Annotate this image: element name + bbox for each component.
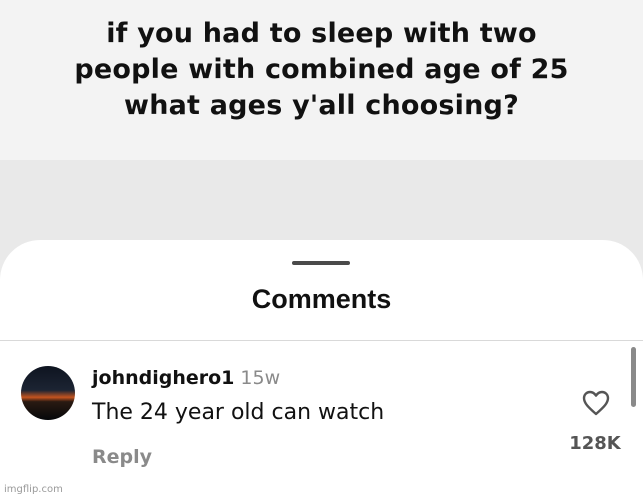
scrollbar[interactable] bbox=[631, 347, 636, 407]
divider bbox=[0, 340, 643, 341]
watermark: imgflip.com bbox=[4, 484, 63, 495]
post-area: if you had to sleep with two people with… bbox=[0, 0, 643, 160]
username[interactable]: johndighero1 bbox=[92, 367, 234, 389]
sheet-drag-handle[interactable] bbox=[292, 261, 350, 265]
comments-sheet: Comments johndighero1 15w The 24 year old… bbox=[0, 240, 643, 499]
comments-title: Comments bbox=[251, 284, 392, 314]
comment-timestamp: 15w bbox=[240, 367, 281, 389]
comment-author: johndighero1 15w bbox=[92, 367, 280, 389]
post-text: if you had to sleep with two people with… bbox=[0, 16, 643, 124]
post-text-line: people with combined age of 25 bbox=[74, 54, 569, 85]
comment-text: The 24 year old can watch bbox=[92, 400, 385, 425]
post-text-line: if you had to sleep with two bbox=[106, 18, 537, 49]
like-count: 128K bbox=[569, 433, 621, 454]
avatar[interactable] bbox=[21, 366, 75, 420]
post-text-line: what ages y'all choosing? bbox=[124, 90, 519, 121]
reply-button[interactable]: Reply bbox=[92, 446, 152, 468]
heart-outline-icon[interactable] bbox=[582, 390, 610, 416]
